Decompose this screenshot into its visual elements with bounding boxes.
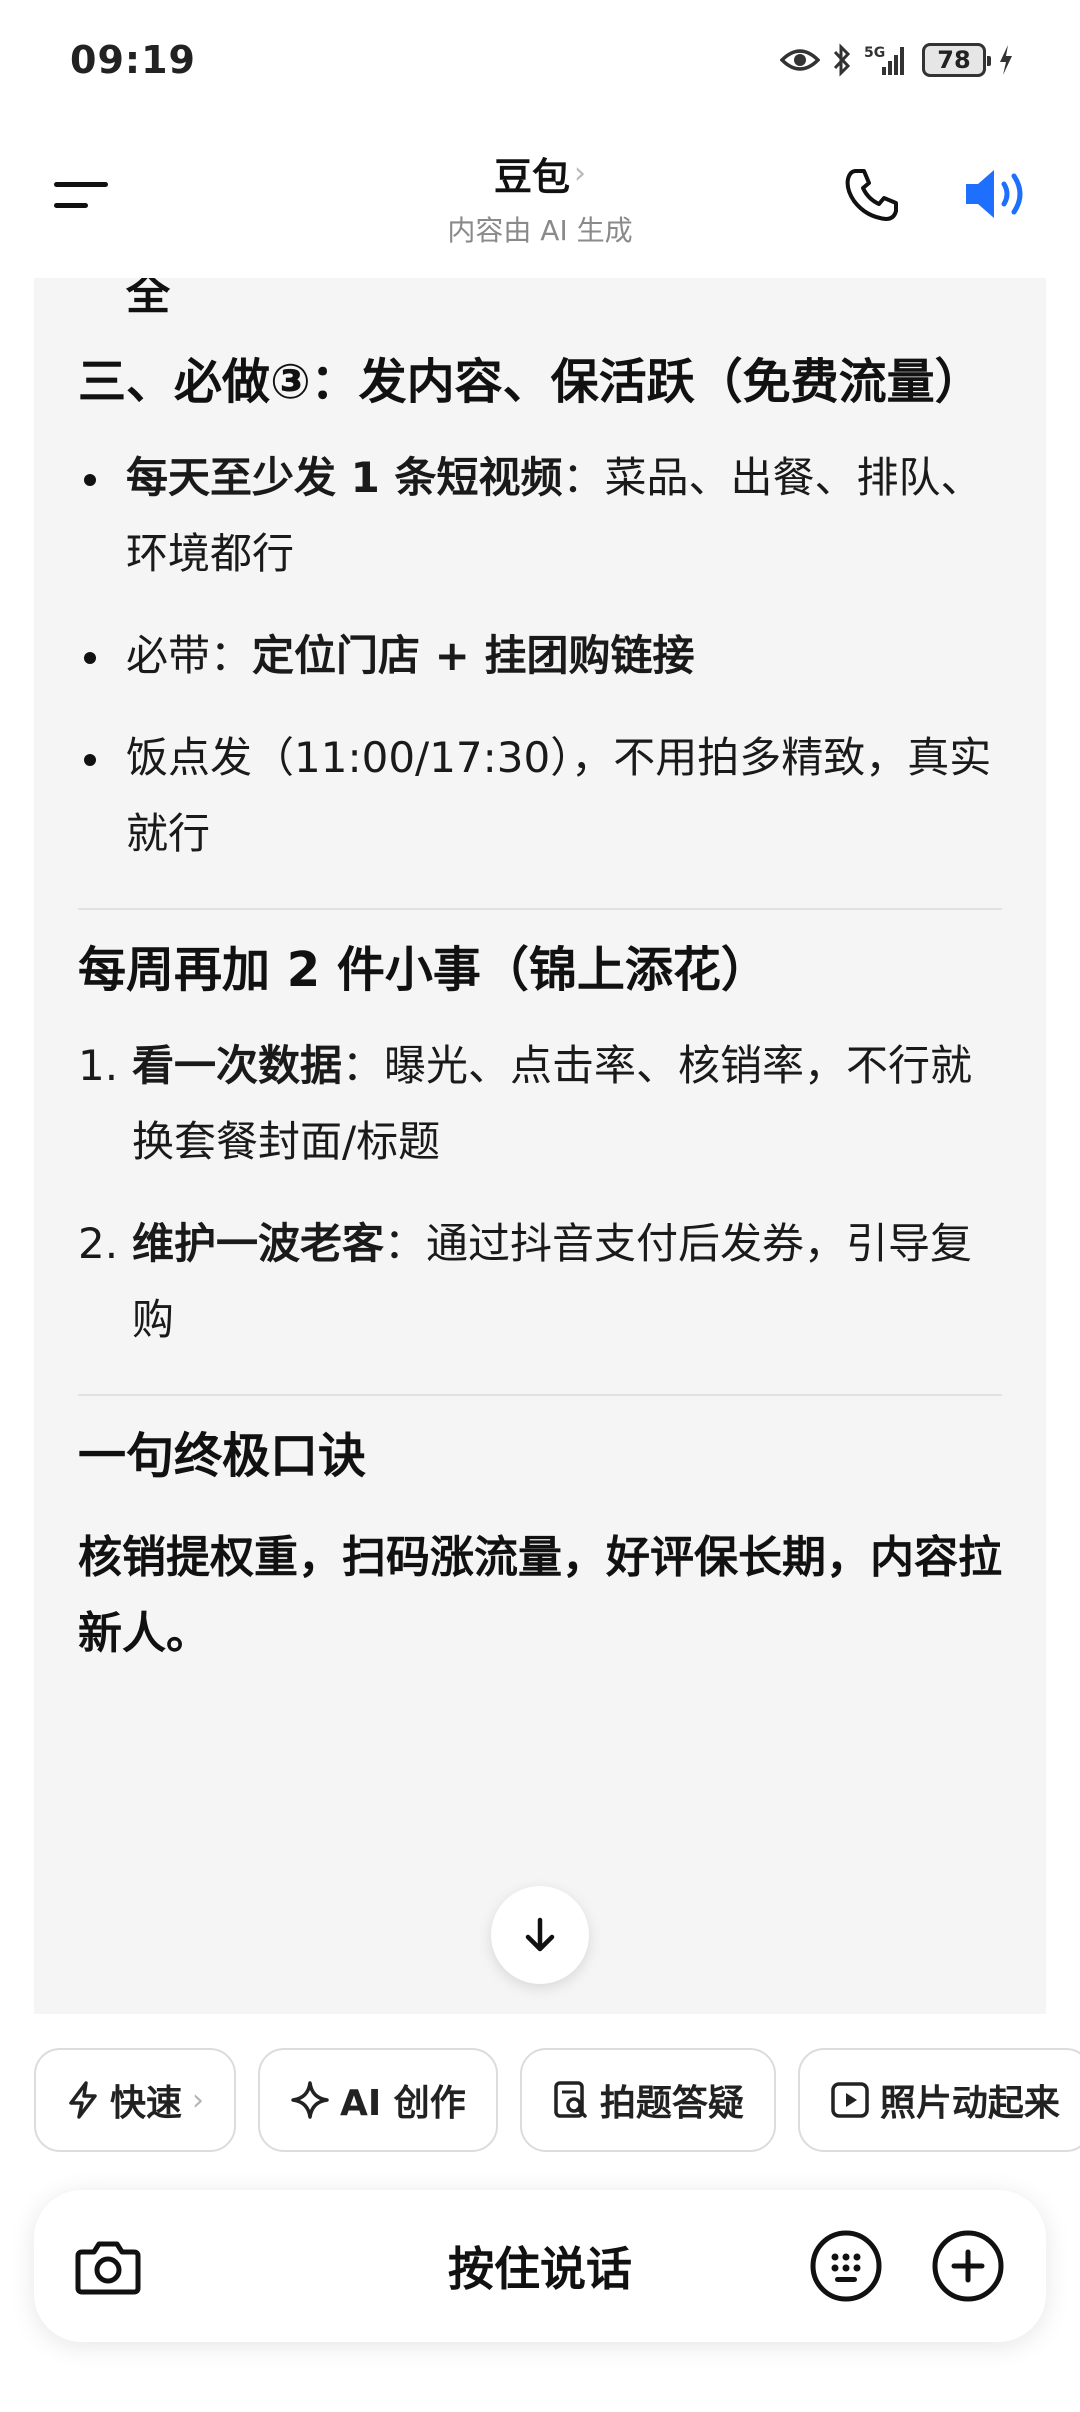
- list-item: 1. 看一次数据：曝光、点击率、核销率，不行就换套餐封面/标题: [78, 1028, 1002, 1180]
- charging-icon: [1000, 45, 1012, 75]
- divider: [78, 1394, 1002, 1396]
- list-item-bold: 看一次数据: [132, 1041, 343, 1090]
- chip-label: 拍题答疑: [599, 2083, 744, 2124]
- bot-name-title[interactable]: 豆包 ›: [494, 146, 586, 201]
- section-3-heading: 三、必做③：发内容、保活跃（免费流量）: [78, 354, 983, 410]
- weekly-heading: 每周再加 2 件小事（锦上添花）: [78, 942, 769, 998]
- scroll-to-bottom-button[interactable]: [491, 1886, 589, 1984]
- battery-indicator: 78: [922, 43, 991, 77]
- chip-ai-create[interactable]: AI 创作: [258, 2048, 498, 2152]
- section-3-list: 每天至少发 1 条短视频：菜品、出餐、排队、环境都行 必带：定位门店 + 挂团购…: [78, 440, 1002, 872]
- ai-generated-notice: 内容由 AI 生成: [447, 214, 633, 247]
- chevron-right-icon: ›: [574, 156, 586, 191]
- chip-label: 快速: [110, 2083, 183, 2124]
- partial-text-line: 全: [126, 278, 170, 320]
- list-item: 饭点发（11:00/17:30），不用拍多精致，真实就行: [78, 720, 1002, 872]
- photo-question-icon: [554, 2081, 587, 2118]
- bot-name: 豆包: [493, 155, 570, 199]
- sparkle-icon: [291, 2081, 329, 2119]
- speaker-icon[interactable]: [962, 164, 1032, 224]
- eye-icon: [780, 49, 820, 71]
- list-item: 每天至少发 1 条短视频：菜品、出餐、排队、环境都行: [78, 440, 1002, 592]
- bluetooth-icon: [833, 43, 851, 77]
- status-time: 09:19: [70, 38, 196, 82]
- svg-text:5G: 5G: [864, 45, 885, 61]
- hold-to-talk-button[interactable]: 按住说话: [334, 2190, 746, 2342]
- message-card: 全 三、必做③：发内容、保活跃（免费流量） 每天至少发 1 条短视频：菜品、出餐…: [34, 278, 1046, 2014]
- battery-level: 78: [937, 46, 971, 74]
- input-bar: 按住说话: [34, 2190, 1046, 2342]
- list-item: 必带：定位门店 + 挂团购链接: [78, 618, 1002, 694]
- status-icons: 5G 78: [780, 43, 1014, 77]
- list-item-bold: 每天至少发 1 条短视频: [126, 453, 563, 502]
- plus-icon[interactable]: [930, 2228, 1006, 2304]
- phone-call-icon[interactable]: [842, 165, 902, 225]
- arrow-down-icon: [525, 1917, 555, 1952]
- list-item: 2. 维护一波老客：通过抖音支付后发券，引导复购: [78, 1206, 1002, 1358]
- menu-icon[interactable]: [52, 170, 112, 220]
- list-number: 2.: [78, 1219, 119, 1268]
- list-item-bold: 维护一波老客: [132, 1219, 385, 1268]
- chip-label: 照片动起来: [879, 2083, 1060, 2124]
- list-item-bold: 定位门店 + 挂团购链接: [252, 631, 695, 680]
- chip-fast-mode[interactable]: 快速 ›: [34, 2048, 237, 2152]
- list-item-text: 饭点发（11:00/17:30），不用拍多精致，真实就行: [126, 733, 992, 858]
- motto-heading: 一句终极口诀: [78, 1428, 367, 1484]
- header-center[interactable]: 豆包 › 内容由 AI 生成: [340, 146, 740, 249]
- signal-icon: 5G: [864, 45, 904, 75]
- list-number: 1.: [78, 1041, 119, 1090]
- list-item-prefix: 必带：: [126, 631, 253, 680]
- message-content: 全 三、必做③：发内容、保活跃（免费流量） 每天至少发 1 条短视频：菜品、出餐…: [78, 278, 1002, 1672]
- chip-animate-photo[interactable]: 照片动起来: [797, 2048, 1080, 2152]
- divider: [78, 908, 1002, 910]
- weekly-list: 1. 看一次数据：曝光、点击率、核销率，不行就换套餐封面/标题 2. 维护一波老…: [78, 1028, 1002, 1358]
- quick-actions-row: 快速 › AI 创作 拍题答疑 照片动起来: [34, 2048, 1080, 2156]
- chip-photo-question[interactable]: 拍题答疑: [519, 2048, 776, 2152]
- chip-label: AI 创作: [340, 2083, 466, 2124]
- keyboard-icon[interactable]: [808, 2228, 884, 2304]
- motto-text: 核销提权重，扫码涨流量，好评保长期，内容拉新人。: [78, 1532, 1002, 1659]
- status-bar: 09:19 5G 78: [0, 0, 1080, 120]
- chat-header: 豆包 › 内容由 AI 生成: [0, 120, 1080, 280]
- play-icon: [831, 2082, 869, 2118]
- lightning-icon: [69, 2081, 97, 2119]
- chevron-right-icon: ›: [192, 2082, 205, 2118]
- camera-icon[interactable]: [72, 2230, 144, 2302]
